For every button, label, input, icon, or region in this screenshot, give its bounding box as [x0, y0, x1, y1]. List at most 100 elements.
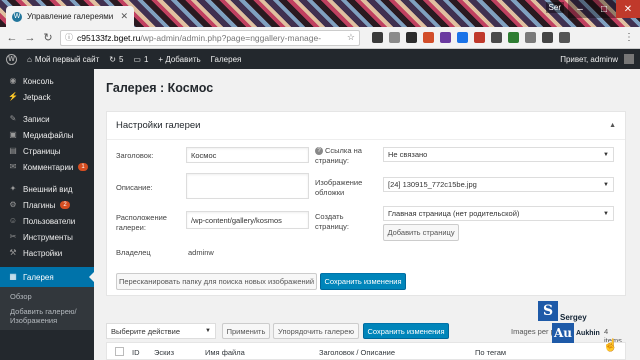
bookmark-star-icon[interactable]: ☆	[347, 32, 355, 43]
home-icon: ⌂	[27, 54, 32, 64]
sidebar-item-pages[interactable]: ▤ Страницы	[0, 143, 94, 159]
jetpack-icon: ⚡	[8, 92, 18, 101]
sidebar-item-settings[interactable]: ⚒ Настройки	[0, 245, 94, 261]
user-greeting[interactable]: Привет, adminw	[560, 54, 634, 64]
help-icon[interactable]: ?	[315, 147, 323, 156]
browser-extension-icon[interactable]	[457, 32, 468, 43]
description-field[interactable]	[186, 173, 309, 199]
tab-title: Управление галереями	[27, 12, 114, 21]
rescan-folder-button[interactable]: Пересканировать папку для поиска новых и…	[116, 273, 317, 290]
appearance-icon: ✦	[9, 184, 17, 193]
sidebar-item-comments[interactable]: ✉ Комментарии 1	[0, 159, 94, 175]
description-label: Описание:	[116, 183, 153, 192]
count-badge: 1	[78, 163, 88, 171]
add-new-link[interactable]: + Добавить	[158, 55, 200, 64]
select-all-checkbox[interactable]	[115, 347, 124, 356]
submenu-item[interactable]: Обзор	[0, 289, 94, 304]
sidebar-item-label: Записи	[23, 114, 50, 124]
wp-admin-bar: W ⌂ Мой первый сайт ↻ 5 ▭ 1 + Добавить Гале…	[0, 49, 640, 69]
sidebar-item-appearance[interactable]: ✦ Внешний вид	[0, 181, 94, 197]
sidebar-item-label: Страницы	[23, 146, 61, 156]
title-field[interactable]: Космос	[186, 147, 309, 163]
browser-extension-icon[interactable]	[440, 32, 451, 43]
sidebar-item-jetpack[interactable]: ⚡ Jetpack	[0, 89, 94, 105]
browser-menu-icon[interactable]: ⋮	[624, 32, 634, 43]
browser-extension-icon[interactable]	[542, 32, 553, 43]
link-page-select[interactable]: Не связано ▼	[383, 147, 614, 162]
cover-image-select[interactable]: [24] 130915_772c15be.jpg ▼	[383, 177, 614, 192]
browser-extension-icon[interactable]	[508, 32, 519, 43]
comments-link[interactable]: ▭ 1	[133, 55, 148, 64]
sidebar-item-label: Плагины	[23, 200, 56, 210]
submenu-item[interactable]: Добавить галерею/ Изображения	[0, 304, 94, 328]
sidebar-item-pin[interactable]: ✎ Записи	[0, 111, 94, 127]
minimize-icon[interactable]: –	[568, 0, 592, 18]
maximize-icon[interactable]: □	[592, 0, 616, 18]
page-info-icon[interactable]: ⓘ	[65, 32, 73, 43]
sidebar-item-tools[interactable]: ✂ Инструменты	[0, 229, 94, 245]
browser-tab[interactable]: W Управление галереями ✕	[6, 6, 134, 27]
browser-extension-icon[interactable]	[559, 32, 570, 43]
gallery-icon: ▦	[9, 272, 17, 281]
updates-link[interactable]: ↻ 5	[109, 55, 123, 64]
sidebar-item-gallery[interactable]: ▦ Галерея	[0, 267, 94, 287]
sidebar-item-media[interactable]: ▣ Медиафайлы	[0, 127, 94, 143]
column-header-filename[interactable]: Имя файла	[205, 348, 245, 357]
browser-toolbar: ← → ↻ ⓘ c95133fz.bget.ru/wp-admin/admin.…	[0, 27, 640, 49]
sidebar-item-label: Медиафайлы	[23, 130, 74, 140]
link-label: ? Ссылка на страницу:	[315, 146, 362, 165]
close-window-icon[interactable]: ✕	[616, 0, 640, 18]
parent-page-select[interactable]: Главная страница (нет родительской) ▼	[383, 206, 614, 221]
sidebar-item-label: Галерея	[23, 272, 54, 282]
users-icon: ☺	[8, 216, 18, 225]
add-page-button[interactable]: Добавить страницу	[383, 224, 459, 241]
address-bar[interactable]: ⓘ c95133fz.bget.ru/wp-admin/admin.php?pa…	[60, 29, 360, 46]
create-page-label: Создать страницу:	[315, 212, 349, 231]
browser-extension-icon[interactable]	[372, 32, 383, 43]
site-name-link[interactable]: ⌂ Мой первый сайт	[27, 55, 99, 64]
browser-extension-icon[interactable]	[389, 32, 400, 43]
forward-arrow-icon[interactable]: →	[24, 32, 36, 44]
sidebar-item-users[interactable]: ☺ Пользователи	[0, 213, 94, 229]
browser-extension-icon[interactable]	[474, 32, 485, 43]
sidebar-item-label: Инструменты	[23, 232, 73, 242]
gallery-settings-box: Настройки галереи ▲ Заголовок: Космос Оп…	[106, 111, 626, 296]
tab-close-icon[interactable]: ✕	[120, 11, 128, 22]
media-icon: ▣	[9, 130, 17, 139]
sidebar-item-dashboard[interactable]: ◉ Консоль	[0, 73, 94, 89]
column-header-id[interactable]: ID	[132, 348, 140, 357]
back-arrow-icon[interactable]: ←	[6, 32, 18, 44]
sort-gallery-button[interactable]: Упорядочить галерею	[273, 323, 359, 339]
sidebar-item-label: Jetpack	[23, 92, 51, 102]
column-header-tags: По тегам	[475, 348, 507, 357]
extensions-row	[372, 32, 570, 43]
url-text: c95133fz.bget.ru/wp-admin/admin.php?page…	[77, 32, 322, 43]
cover-label: Изображение обложки	[315, 178, 363, 197]
path-field[interactable]: /wp-content/gallery/kosmos	[186, 211, 309, 229]
sidebar-item-label: Настройки	[23, 248, 63, 258]
wordpress-logo-icon[interactable]: W	[6, 53, 17, 65]
author-watermark-logo: S Sergey Au Aukhin	[538, 301, 600, 347]
sidebar-item-plugins[interactable]: ⚙ Плагины 2	[0, 197, 94, 213]
pages-icon: ▤	[9, 146, 17, 155]
settings-header[interactable]: Настройки галереи ▲	[107, 112, 625, 140]
gallery-link[interactable]: Галерея	[211, 55, 242, 64]
apply-button[interactable]: Применить	[222, 323, 270, 339]
browser-extension-icon[interactable]	[525, 32, 536, 43]
title-label: Заголовок:	[116, 151, 154, 160]
save-changes-button[interactable]: Сохранить изменения	[363, 323, 449, 339]
reload-icon[interactable]: ↻	[42, 31, 54, 44]
chevron-down-icon: ▼	[603, 181, 609, 188]
profile-badge[interactable]: Ser	[545, 2, 564, 13]
pin-icon: ✎	[9, 114, 17, 123]
collapse-toggle-icon[interactable]: ▲	[609, 122, 616, 129]
bulk-action-select[interactable]: Выберите действие ▼	[106, 323, 216, 339]
mouse-cursor-icon: ☝	[603, 338, 618, 352]
browser-extension-icon[interactable]	[406, 32, 417, 43]
save-settings-button[interactable]: Сохранить изменения	[320, 273, 406, 290]
browser-extension-icon[interactable]	[423, 32, 434, 43]
path-label: Расположение галереи:	[116, 213, 167, 232]
browser-tabstrip: W Управление галереями ✕ Ser – □ ✕	[0, 0, 640, 27]
admin-sidebar: ◉ Консоль ⚡ Jetpack ✎ Записи ▣ Медиафайлы ▤ Стран…	[0, 69, 94, 360]
browser-extension-icon[interactable]	[491, 32, 502, 43]
